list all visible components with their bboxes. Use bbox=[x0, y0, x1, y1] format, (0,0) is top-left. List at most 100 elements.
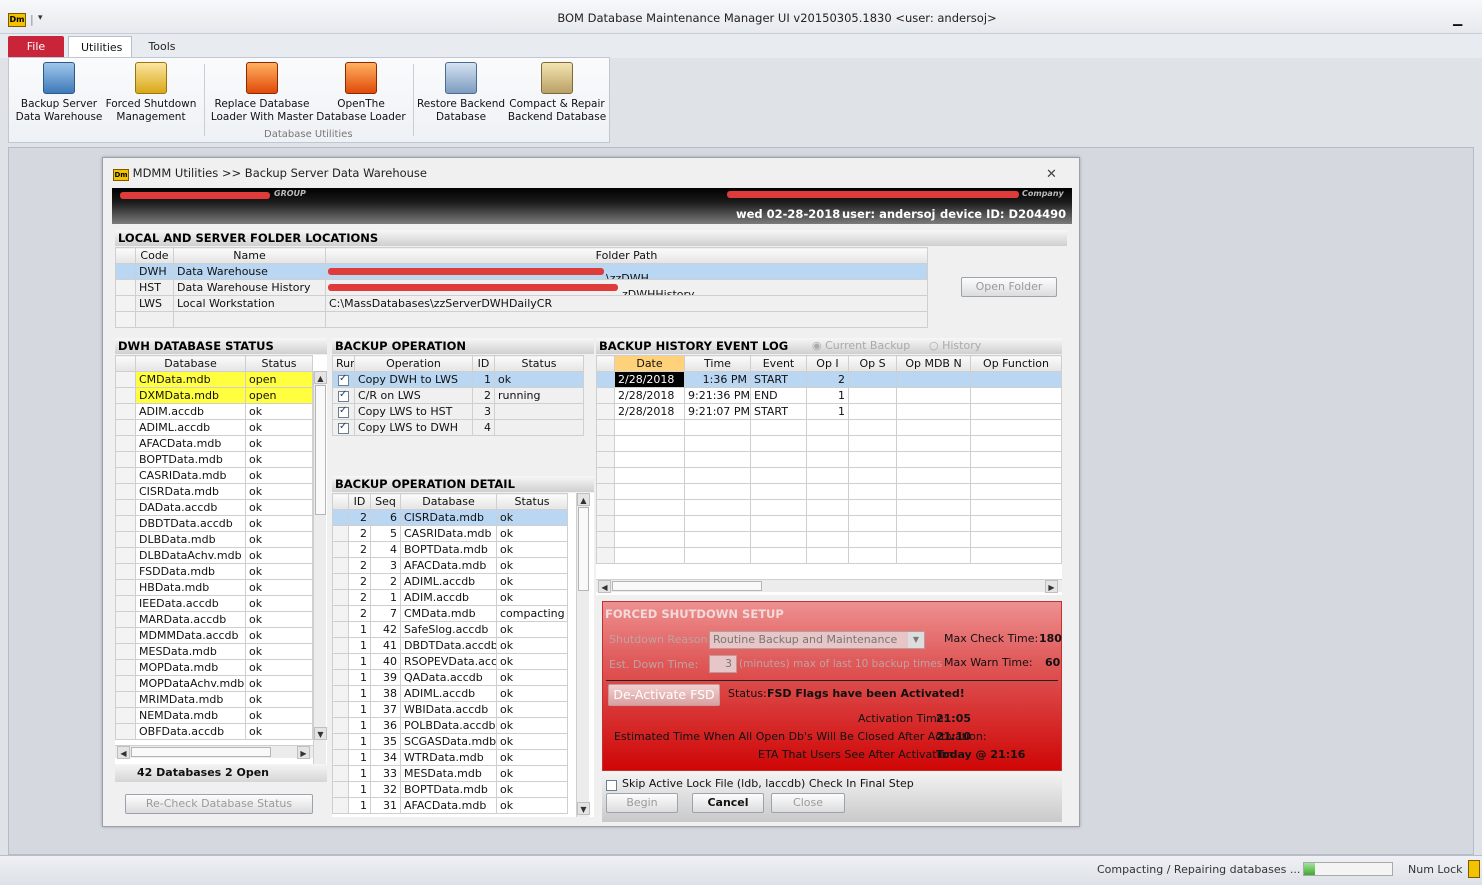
table-row[interactable]: 2 1 ADIM.accdb ok bbox=[332, 589, 568, 606]
cancel-button[interactable]: Cancel bbox=[692, 793, 764, 813]
table-row[interactable]: IEEData.accdb ok bbox=[115, 595, 313, 612]
table-row[interactable]: MRIMData.mdb ok bbox=[115, 691, 313, 708]
table-row[interactable]: MARData.accdb ok bbox=[115, 611, 313, 628]
replace-loader-button[interactable]: Replace Database Loader With Master bbox=[207, 62, 317, 124]
table-row[interactable]: Copy LWS to HST3 bbox=[332, 403, 584, 420]
table-row[interactable]: HST Data Warehouse History zDWHHistory bbox=[115, 279, 928, 296]
table-row[interactable]: DLBData.mdb ok bbox=[115, 531, 313, 548]
table-row[interactable]: 2/28/2018 9:21:07 PM START 1 bbox=[596, 403, 1062, 420]
table-row[interactable]: HBData.mdb ok bbox=[115, 579, 313, 596]
table-row[interactable]: CISRData.mdb ok bbox=[115, 483, 313, 500]
table-row[interactable]: DWH Data Warehouse \zzDWH bbox=[115, 263, 928, 280]
close-icon[interactable]: ✕ bbox=[1046, 167, 1057, 182]
table-row[interactable] bbox=[596, 483, 1062, 500]
tab-tools[interactable]: Tools bbox=[134, 36, 190, 58]
column-header[interactable]: Op Function bbox=[970, 355, 1062, 372]
table-row[interactable]: 2 2 ADIML.accdb ok bbox=[332, 573, 568, 590]
skip-lock-checkbox[interactable] bbox=[606, 779, 617, 791]
chevron-down-icon[interactable]: ▼ bbox=[908, 632, 924, 648]
scroll-left-icon[interactable]: ◀ bbox=[117, 746, 130, 759]
scroll-right-icon[interactable]: ▶ bbox=[297, 746, 310, 759]
table-row[interactable]: 1 42 SafeSlog.accdb ok bbox=[332, 621, 568, 638]
table-row[interactable]: ADIM.accdb ok bbox=[115, 403, 313, 420]
table-row[interactable]: MOPDataAchv.mdb ok bbox=[115, 675, 313, 692]
column-header[interactable]: Event bbox=[750, 355, 807, 372]
run-checkbox[interactable] bbox=[338, 389, 349, 402]
table-row[interactable]: 1 39 QAData.accdb ok bbox=[332, 669, 568, 686]
table-row[interactable]: 2 5 CASRIData.mdb ok bbox=[332, 525, 568, 542]
table-row[interactable] bbox=[596, 435, 1062, 452]
table-row[interactable]: ADIML.accdb ok bbox=[115, 419, 313, 436]
begin-button[interactable]: Begin bbox=[606, 793, 678, 813]
tab-file[interactable]: File bbox=[8, 36, 64, 58]
scroll-left-icon[interactable]: ◀ bbox=[598, 580, 611, 593]
column-header[interactable]: Op MDB N bbox=[896, 355, 971, 372]
table-row[interactable] bbox=[596, 451, 1062, 468]
scroll-down-icon[interactable]: ▼ bbox=[314, 727, 327, 740]
table-row[interactable]: AFACData.mdb ok bbox=[115, 435, 313, 452]
column-header[interactable]: Date bbox=[614, 355, 685, 372]
table-row[interactable]: 1 32 BOPTData.mdb ok bbox=[332, 781, 568, 798]
table-row[interactable]: C/R on LWS2running bbox=[332, 387, 584, 404]
column-header[interactable]: Op I bbox=[806, 355, 849, 372]
table-row[interactable]: 2 4 BOPTData.mdb ok bbox=[332, 541, 568, 558]
table-row[interactable] bbox=[596, 467, 1062, 484]
table-row[interactable]: 1 35 SCGASData.mdb ok bbox=[332, 733, 568, 750]
table-row[interactable]: DAData.accdb ok bbox=[115, 499, 313, 516]
table-row[interactable] bbox=[596, 419, 1062, 436]
down-time-input[interactable]: 3 bbox=[709, 655, 737, 673]
table-row[interactable]: OBFData.accdb ok bbox=[115, 723, 313, 740]
restore-backend-button[interactable]: Restore Backend Database bbox=[415, 62, 507, 124]
table-row[interactable]: MOPData.mdb ok bbox=[115, 659, 313, 676]
table-row[interactable]: 2 6 CISRData.mdb ok bbox=[332, 509, 568, 526]
backup-server-button[interactable]: Backup Server Data Warehouse bbox=[13, 62, 105, 124]
radio-current-backup[interactable]: ◉ Current Backup bbox=[812, 339, 910, 352]
scroll-thumb[interactable] bbox=[315, 385, 326, 515]
forced-shutdown-button[interactable]: Forced Shutdown Management bbox=[105, 62, 197, 124]
table-row[interactable]: BOPTData.mdb ok bbox=[115, 451, 313, 468]
table-row[interactable]: 2 7 CMData.mdb compacting bbox=[332, 605, 568, 622]
column-header[interactable]: Run bbox=[332, 355, 355, 372]
table-row[interactable]: 1 38 ADIML.accdb ok bbox=[332, 685, 568, 702]
deactivate-fsd-button[interactable]: De-Activate FSD bbox=[608, 684, 720, 706]
table-row[interactable]: Copy DWH to LWS1ok bbox=[332, 371, 584, 388]
tray-icon[interactable] bbox=[1468, 860, 1480, 878]
table-row[interactable]: 1 33 MESData.mdb ok bbox=[332, 765, 568, 782]
scroll-up-icon[interactable]: ▲ bbox=[577, 493, 590, 506]
scroll-up-icon[interactable]: ▲ bbox=[314, 371, 327, 384]
table-row[interactable]: MDMMData.accdb ok bbox=[115, 627, 313, 644]
table-row[interactable]: 2 3 AFACData.mdb ok bbox=[332, 557, 568, 574]
table-row[interactable]: 2/28/2018 9:21:36 PM END 1 bbox=[596, 387, 1062, 404]
table-row[interactable] bbox=[596, 531, 1062, 548]
run-checkbox[interactable] bbox=[338, 405, 349, 418]
column-header[interactable]: Status bbox=[496, 493, 568, 510]
column-header[interactable]: Name bbox=[173, 247, 326, 264]
column-header[interactable]: Folder Path bbox=[325, 247, 928, 264]
column-header[interactable]: Database bbox=[135, 355, 246, 372]
table-row[interactable]: CMData.mdb open bbox=[115, 371, 313, 388]
scroll-thumb[interactable] bbox=[578, 507, 589, 591]
table-row[interactable]: 1 40 RSOPEVData.accd ok bbox=[332, 653, 568, 670]
column-header[interactable]: Database bbox=[400, 493, 497, 510]
column-header[interactable]: Status bbox=[494, 355, 584, 372]
table-row[interactable]: MESData.mdb ok bbox=[115, 643, 313, 660]
run-checkbox[interactable] bbox=[338, 373, 349, 386]
scroll-thumb[interactable] bbox=[131, 747, 271, 757]
reason-select[interactable]: Routine Backup and Maintenance ▼ bbox=[709, 631, 925, 649]
table-row[interactable]: DLBDataAchv.mdb ok bbox=[115, 547, 313, 564]
table-row[interactable]: Copy LWS to DWH4 bbox=[332, 419, 584, 436]
column-header[interactable]: Code bbox=[135, 247, 174, 264]
compact-repair-button[interactable]: Compact & Repair Backend Database bbox=[507, 62, 607, 124]
table-row[interactable]: FSDData.mdb ok bbox=[115, 563, 313, 580]
column-header[interactable]: ID bbox=[472, 355, 495, 372]
dwh-vertical-scrollbar[interactable]: ▲ ▼ bbox=[313, 371, 327, 764]
table-row[interactable]: NEMData.mdb ok bbox=[115, 707, 313, 724]
column-header[interactable]: Operation bbox=[354, 355, 473, 372]
table-row[interactable]: 1 36 POLBData.accdb ok bbox=[332, 717, 568, 734]
table-row[interactable]: LWS Local Workstation C:\MassDatabases\zzS… bbox=[115, 295, 928, 312]
table-row[interactable]: 2/28/2018 1:36 PM START 2 bbox=[596, 371, 1062, 388]
column-header[interactable]: ID bbox=[348, 493, 371, 510]
column-header[interactable]: Op S bbox=[848, 355, 897, 372]
run-checkbox[interactable] bbox=[338, 421, 349, 434]
table-row[interactable]: CASRIData.mdb ok bbox=[115, 467, 313, 484]
